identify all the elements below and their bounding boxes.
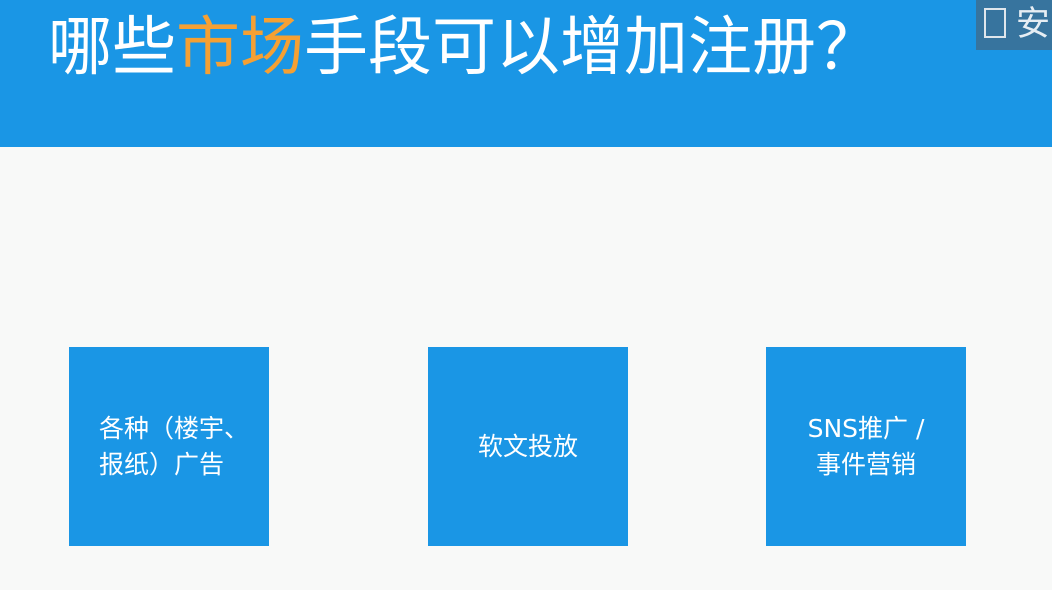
card-soft-article: 软文投放 — [428, 347, 628, 546]
title-highlight: 市场 — [176, 11, 304, 85]
slide: { "title": { "prefix": "哪些", "highlight"… — [0, 0, 1052, 590]
page-title: 哪些市场手段可以增加注册？ — [48, 6, 880, 90]
corner-overlay-text: 安 — [1016, 4, 1050, 44]
card-label: 软文投放 — [477, 431, 578, 461]
title-bar: 哪些市场手段可以增加注册？ — [0, 0, 1052, 147]
title-prefix: 哪些 — [48, 11, 176, 85]
title-suffix: 手段可以增加注册？ — [304, 11, 880, 85]
card-advertising: 各种（楼宇、 报纸）广告 — [69, 347, 269, 546]
card-label: 各种（楼宇、 报纸）广告 — [98, 413, 249, 479]
card-sns-promotion: SNS推广 / 事件营销 — [766, 347, 966, 546]
card-label: SNS推广 / 事件营销 — [807, 413, 925, 479]
window-icon — [984, 8, 1006, 38]
